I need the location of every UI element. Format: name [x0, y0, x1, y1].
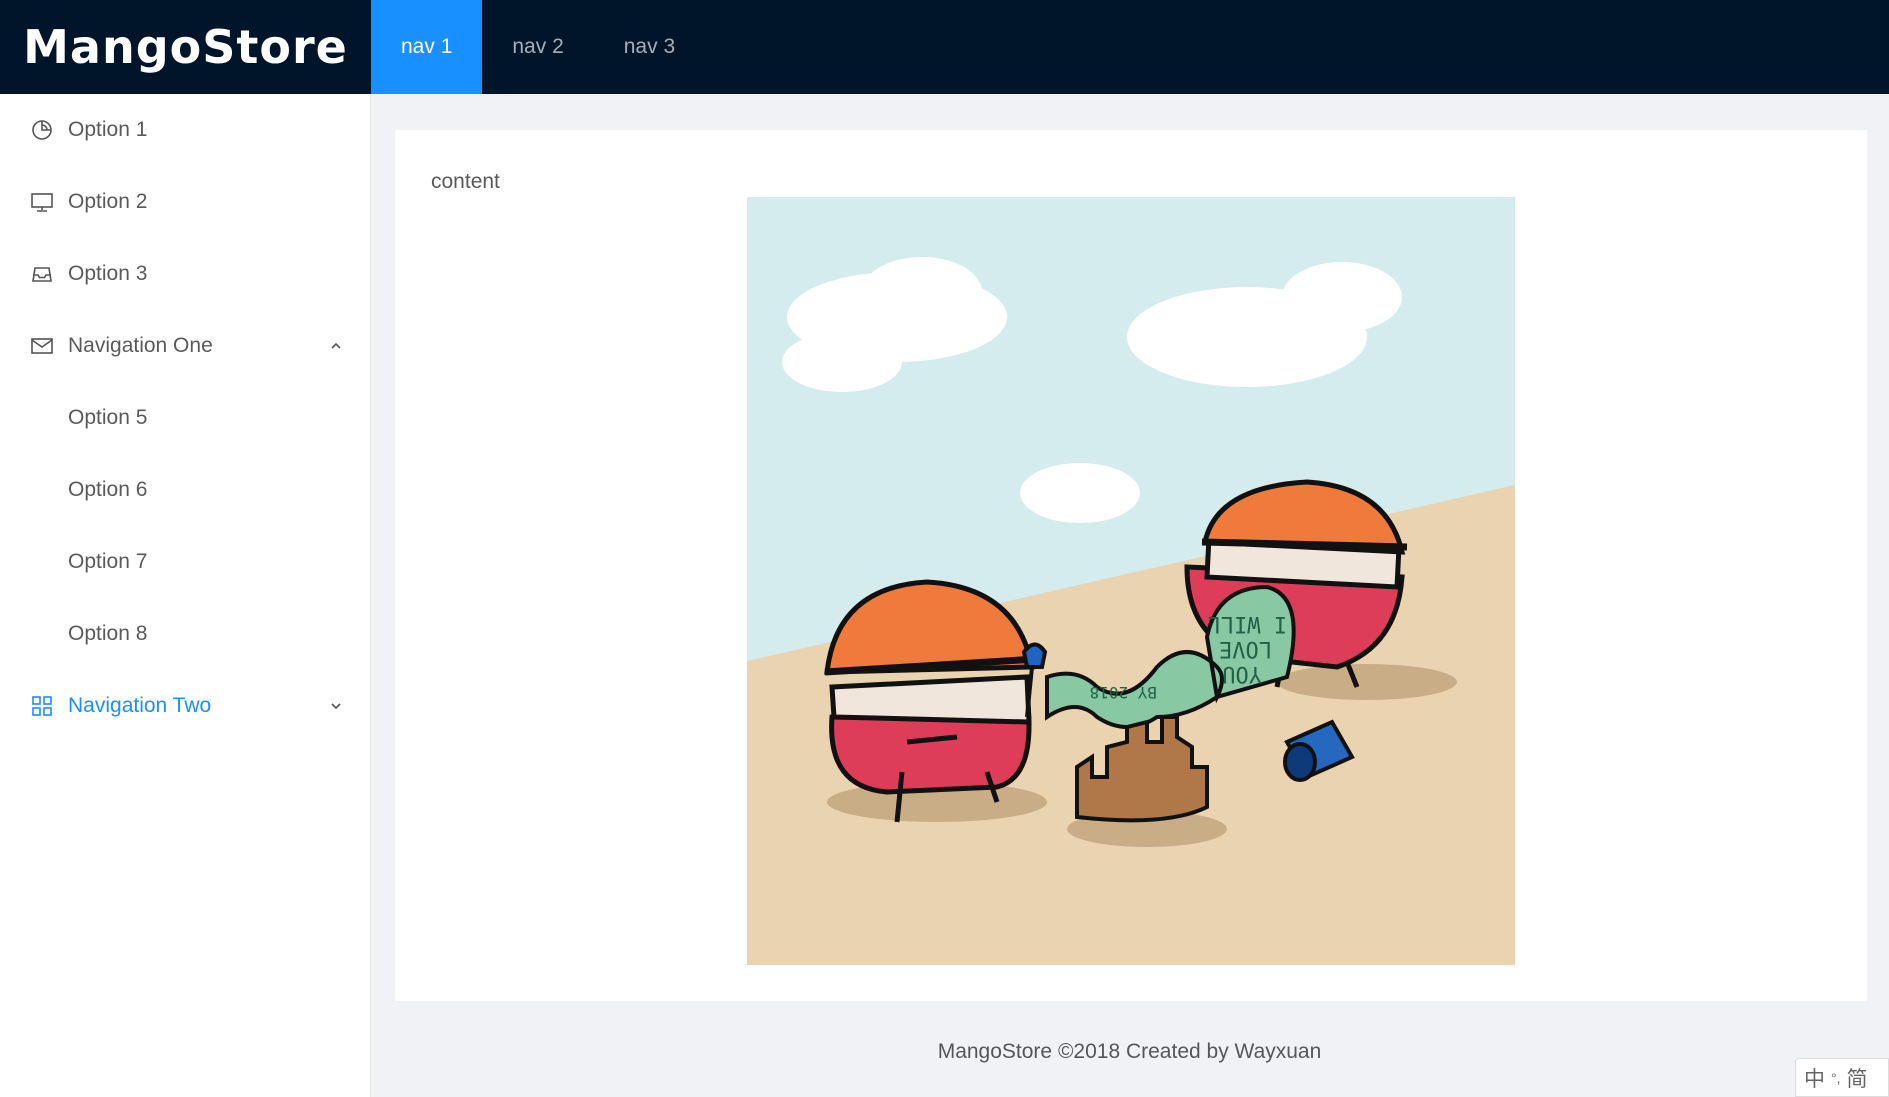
sidebar-item-option-6[interactable]: Option 6 [0, 454, 370, 526]
appstore-icon [32, 696, 52, 716]
sidebar-submenu-navigation-two[interactable]: Navigation Two [0, 670, 370, 742]
sidebar-item-label: Option 7 [68, 550, 148, 573]
sidebar-item-option-5[interactable]: Option 5 [0, 382, 370, 454]
top-header: MangoStore nav 1 nav 2 nav 3 [0, 0, 1889, 94]
ime-indicator[interactable]: 中 °, 简 [1795, 1058, 1889, 1097]
content-label: content [431, 170, 500, 193]
sidebar-item-option-7[interactable]: Option 7 [0, 526, 370, 598]
footer: MangoStore ©2018 Created by Wayxuan [937, 1040, 1322, 1063]
chevron-up-icon [331, 342, 341, 349]
top-nav-item-1[interactable]: nav 1 [371, 0, 483, 94]
sidebar-item-label: Option 6 [68, 478, 148, 501]
sidebar-item-option-8[interactable]: Option 8 [0, 598, 370, 670]
ime-char: 简 [1846, 1067, 1868, 1091]
character-left [824, 579, 1038, 823]
ime-char: °, [1831, 1069, 1841, 1086]
pie-chart-icon [32, 120, 52, 140]
illustration-image: YOU LOVE I WILL BY 2018 [747, 197, 1515, 965]
ime-char: 中 [1804, 1067, 1825, 1091]
sidebar-submenu-navigation-one[interactable]: Navigation One [0, 310, 370, 382]
sidebar-item-option-2[interactable]: Option 2 [0, 166, 370, 238]
chevron-down-icon [331, 703, 341, 710]
sidebar-item-option-3[interactable]: Option 3 [0, 238, 370, 310]
sidebar-item-label: Option 3 [68, 262, 148, 285]
banner-text-you: YOU [1222, 661, 1262, 686]
sidebar: Option 1 Option 2 Option 3 Navigation On… [0, 94, 371, 1097]
sidebar-item-label: Option 1 [68, 118, 148, 141]
sidebar-item-label: Navigation Two [68, 694, 212, 717]
top-nav: nav 1 nav 2 nav 3 [371, 0, 705, 94]
top-nav-item-2[interactable]: nav 2 [482, 0, 593, 94]
sidebar-item-label: Option 5 [68, 406, 148, 429]
content-area: content YOU LOVE I WILL BY 2018 [395, 130, 1867, 1001]
banner-text-by: BY 2018 [1090, 683, 1157, 702]
logo[interactable]: MangoStore [0, 0, 371, 94]
banner-text-love: LOVE [1219, 636, 1272, 661]
banner-text-i-will: I WILL [1208, 611, 1287, 636]
sidebar-item-option-1[interactable]: Option 1 [0, 94, 370, 166]
inbox-icon [32, 267, 52, 282]
sidebar-item-label: Navigation One [68, 334, 213, 357]
desktop-icon [31, 193, 53, 212]
cloud-3 [1020, 463, 1140, 523]
sidebar-item-label: Option 2 [68, 190, 148, 213]
top-nav-item-3[interactable]: nav 3 [594, 0, 705, 94]
mail-icon [31, 338, 53, 354]
sidebar-item-label: Option 8 [68, 622, 148, 645]
